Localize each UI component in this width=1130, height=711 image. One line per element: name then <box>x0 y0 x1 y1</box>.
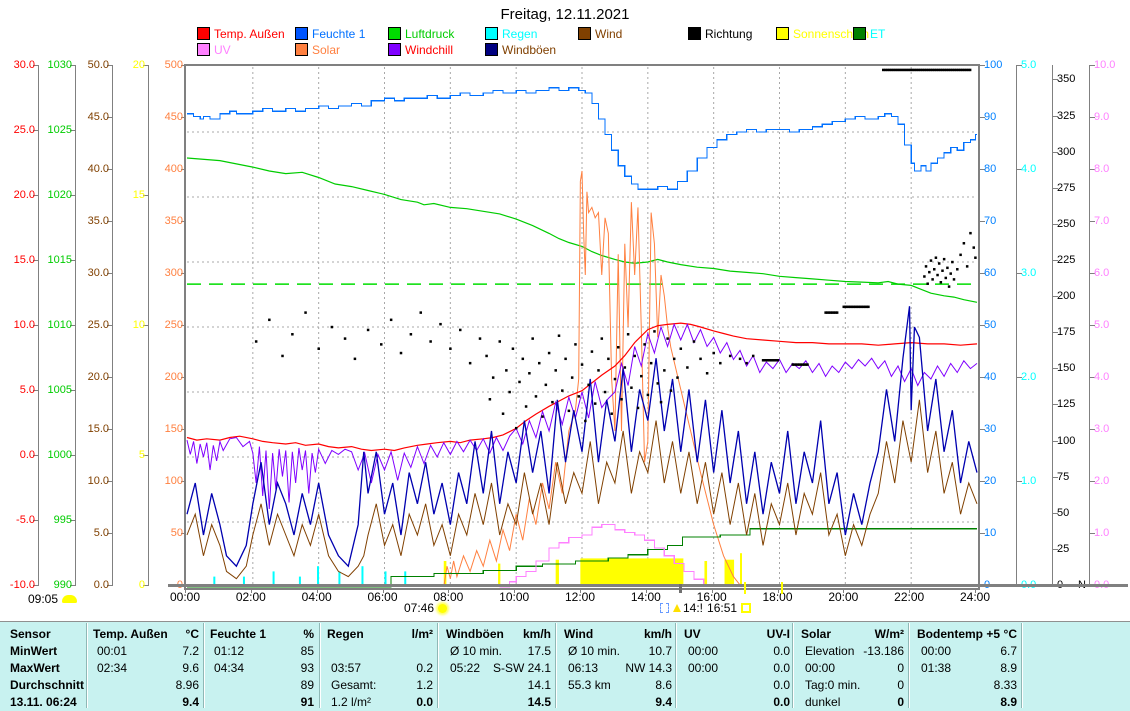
table-cell-value: 0 <box>819 678 904 692</box>
moonset-sunset-annotation: 14:! 16:51 <box>660 601 751 615</box>
table-col-unit: km/h <box>612 627 672 641</box>
sunrise-annotation: 07:46 <box>404 601 447 615</box>
sunset-axis-mark <box>744 582 746 594</box>
table-cell-value: 9.4 <box>114 695 199 709</box>
table-col-header: Regen <box>327 627 364 641</box>
table-cell-value: 91 <box>229 695 314 709</box>
table-cell-value: 0.0 <box>705 644 790 658</box>
table-cell-value: 0 <box>819 661 904 675</box>
table-col-header: Solar <box>801 627 831 641</box>
table-col-unit: W/m² <box>844 627 904 641</box>
table-separator <box>1022 623 1023 708</box>
table-cell-value: 0.0 <box>348 695 433 709</box>
sunset-sun-icon <box>741 603 751 613</box>
table-cell-value: 14.1 <box>466 678 551 692</box>
moonrise-time: 09:05 <box>28 592 58 606</box>
table-cell-value: 14.5 <box>466 695 551 709</box>
table-cell-value: 7.2 <box>114 644 199 658</box>
moon-icon <box>62 595 77 603</box>
sun-moon-annotations: 09:05 07:46 14:! 16:51 <box>0 0 1130 710</box>
table-cell-value: 8.6 <box>587 678 672 692</box>
table-cell-value: 8.96 <box>114 678 199 692</box>
table-cell-value: 8.9 <box>932 695 1017 709</box>
summary-table: Sensor MinWert MaxWert Durchschnitt 13.11. 0… <box>0 621 1130 711</box>
table-col-unit: °C <box>139 627 199 641</box>
table-cell-value: 85 <box>229 644 314 658</box>
table-cell-value: 0.0 <box>705 695 790 709</box>
table-cell-value: 1.2 <box>348 678 433 692</box>
table-separator <box>87 623 88 708</box>
table-separator <box>556 623 557 708</box>
sunset-time: 16:51 <box>707 601 737 615</box>
table-cell-value: 0 <box>819 695 904 709</box>
table-row-label: MaxWert <box>10 661 60 675</box>
moonset-icon <box>660 603 669 613</box>
table-col-unit: km/h <box>491 627 551 641</box>
table-cell-value: 0.0 <box>705 678 790 692</box>
table-separator <box>320 623 321 708</box>
table-col-unit: l/m² <box>373 627 433 641</box>
moon-arrow-icon <box>673 604 681 612</box>
table-cell-value: 89 <box>229 678 314 692</box>
table-cell-value: 8.33 <box>932 678 1017 692</box>
table-col-header: UV <box>684 627 701 641</box>
table-cell-value: 0.0 <box>705 661 790 675</box>
table-separator <box>438 623 439 708</box>
table-col-unit: UV-I <box>730 627 790 641</box>
table-cell-value: NW 14.3 <box>587 661 672 675</box>
time-axis-mark <box>679 584 682 593</box>
table-col-unit: °C <box>957 627 1017 641</box>
table-cell-value: 9.4 <box>587 695 672 709</box>
table-cell-value: 6.7 <box>932 644 1017 658</box>
table-cell-value: 0.2 <box>348 661 433 675</box>
table-separator <box>204 623 205 708</box>
table-separator <box>793 623 794 708</box>
sun-icon <box>438 604 447 613</box>
table-cell-value: -13.186 <box>819 644 904 658</box>
table-separator <box>676 623 677 708</box>
table-separator <box>909 623 910 708</box>
weather-chart-page: { "title": "Freitag, 12.11.2021", "legen… <box>0 0 1130 710</box>
table-row-label: MinWert <box>10 644 57 658</box>
table-col-unit: % <box>254 627 314 641</box>
table-cell-value: S-SW 24.1 <box>466 661 551 675</box>
moonrise-annotation: 09:05 <box>28 592 77 606</box>
table-cell-value: 10.7 <box>587 644 672 658</box>
table-cell-value: 9.6 <box>114 661 199 675</box>
table-col-header: Wind <box>564 627 593 641</box>
table-cell-value: 93 <box>229 661 314 675</box>
sunset-axis-mark <box>781 582 783 594</box>
table-cell-value: 8.9 <box>932 661 1017 675</box>
table-cell-value: 17.5 <box>466 644 551 658</box>
sunrise-time: 07:46 <box>404 601 434 615</box>
table-row-label: Sensor <box>10 627 51 641</box>
moonset-time: 14:! <box>683 601 703 615</box>
table-row-label: 13.11. 06:24 <box>10 695 77 709</box>
table-row-label: Durchschnitt <box>10 678 84 692</box>
